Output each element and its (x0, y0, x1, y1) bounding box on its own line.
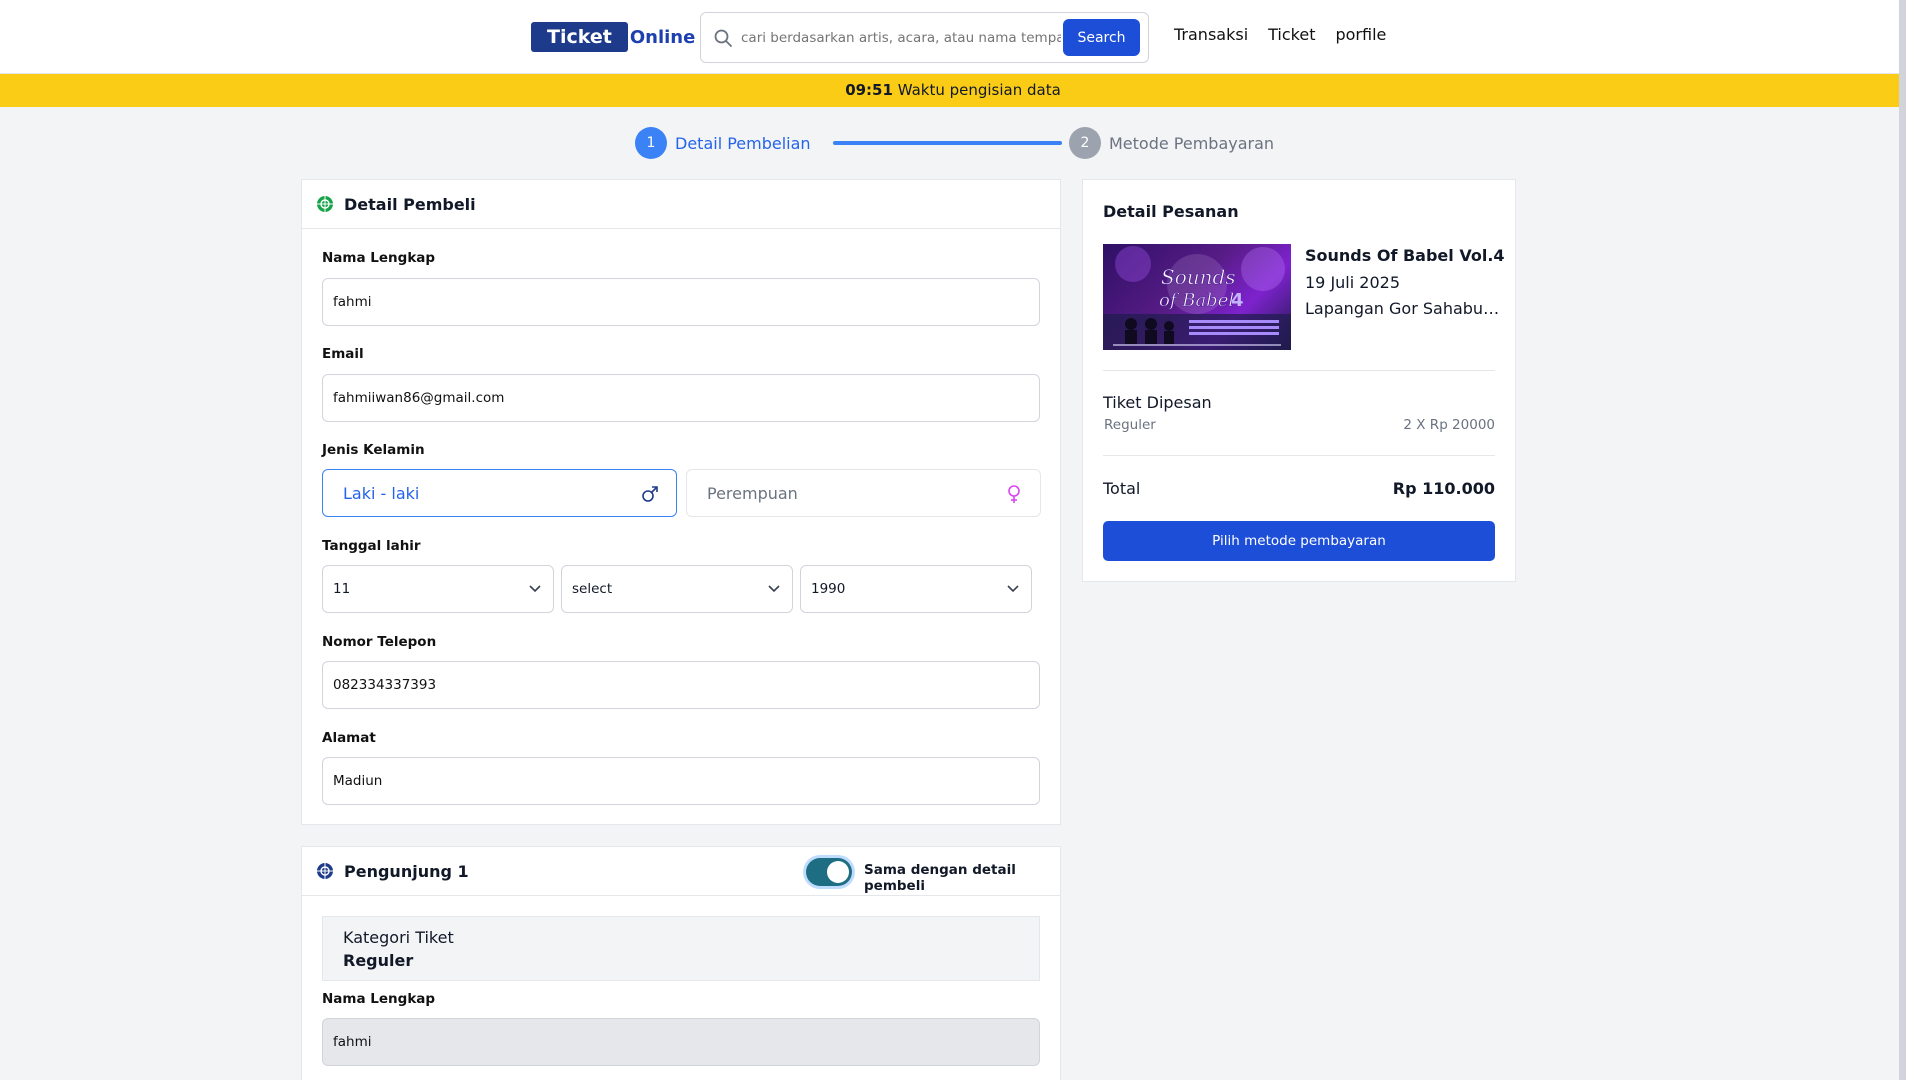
visitor-name-input[interactable] (322, 1018, 1040, 1066)
step-label: Metode Pembayaran (1109, 133, 1275, 153)
event-poster-art: Sounds of Babel 4 (1103, 246, 1291, 350)
page-scrollbar[interactable] (1899, 0, 1906, 1080)
search-icon (714, 29, 732, 47)
buyer-card-header: Detail Pembeli (302, 180, 1060, 229)
gender-male-option[interactable]: Laki - laki (322, 469, 677, 517)
ticket-badge-icon (317, 863, 333, 879)
chevron-down-icon (529, 585, 541, 593)
countdown-text: Waktu pengisian data (892, 81, 1061, 99)
address-label: Alamat (322, 730, 376, 746)
category-value: Reguler (343, 951, 414, 970)
ticket-quantity-price: 2 X Rp 20000 (1403, 417, 1495, 433)
poster-title-graphic: Sounds (1161, 265, 1236, 289)
nav-ticket-link[interactable]: Ticket (1268, 25, 1315, 44)
dob-month-value: select (572, 581, 613, 597)
gender-female-option[interactable]: Perempuan (686, 469, 1041, 517)
countdown-time: 09:51 (845, 81, 893, 99)
event-venue: Lapangan Gor Sahabudin Madiun (1305, 299, 1501, 318)
search-bar: Search (700, 12, 1149, 63)
same-as-buyer-toggle[interactable] (806, 858, 852, 886)
nav-transaksi-link[interactable]: Transaksi (1174, 25, 1248, 44)
toggle-knob (827, 861, 849, 883)
choose-payment-method-button[interactable]: Pilih metode pembayaran (1103, 521, 1495, 561)
logo-online-text: Online (629, 26, 696, 48)
gender-label: Jenis Kelamin (322, 442, 425, 458)
divider (1103, 370, 1495, 371)
gender-female-label: Perempuan (707, 483, 798, 503)
dob-year-select[interactable]: 1990 (800, 565, 1032, 613)
chevron-down-icon (768, 585, 780, 593)
phone-input[interactable] (322, 661, 1040, 709)
nav-profile-link[interactable]: porfile (1335, 25, 1386, 44)
step-number: 1 (635, 127, 667, 159)
search-input[interactable] (741, 23, 1061, 53)
name-label: Nama Lengkap (322, 250, 436, 266)
divider (1103, 455, 1495, 456)
buyer-card-title: Detail Pembeli (344, 194, 476, 214)
event-poster-image: Sounds of Babel 4 (1103, 244, 1291, 350)
dob-day-select[interactable]: 11 (322, 565, 554, 613)
category-label: Kategori Tiket (343, 928, 454, 947)
visitor-card-title: Pengunjung 1 (344, 861, 469, 881)
visitor-card: Pengunjung 1 Sama dengan detail pembeli … (301, 846, 1061, 1080)
female-symbol-icon (1008, 485, 1020, 503)
dob-day-value: 11 (333, 581, 351, 597)
dob-label: Tanggal lahir (322, 538, 421, 554)
dob-month-select[interactable]: select (561, 565, 793, 613)
total-label: Total (1103, 479, 1141, 498)
step-progress-line (833, 141, 1062, 145)
same-as-buyer-label: Sama dengan detail pembeli (864, 862, 1016, 894)
countdown-banner: 09:51 Waktu pengisian data (0, 74, 1906, 107)
poster-subtitle-graphic: of Babel (1159, 290, 1234, 311)
chevron-down-icon (1007, 585, 1019, 593)
step-label: Detail Pembelian (675, 133, 811, 153)
step-metode-pembayaran: 2 Metode Pembayaran (1069, 127, 1274, 159)
phone-label: Nomor Telepon (322, 634, 437, 650)
address-input[interactable] (322, 757, 1040, 805)
ticket-category-box: Kategori Tiket Reguler (322, 916, 1040, 981)
event-date: 19 Juli 2025 (1305, 273, 1400, 292)
total-value: Rp 110.000 (1392, 479, 1495, 498)
ticket-type: Reguler (1104, 417, 1156, 433)
name-input[interactable] (322, 278, 1040, 326)
male-symbol-icon (642, 486, 658, 502)
gender-male-label: Laki - laki (343, 483, 420, 503)
email-input[interactable] (322, 374, 1040, 422)
step-number: 2 (1069, 127, 1101, 159)
logo-ticket-text: Ticket (531, 22, 628, 52)
poster-number-graphic: 4 (1231, 290, 1244, 311)
order-summary-card: Detail Pesanan Sounds of Babel 4 Sounds … (1082, 179, 1516, 582)
tickets-ordered-label: Tiket Dipesan (1103, 393, 1212, 412)
visitor-name-label: Nama Lengkap (322, 991, 436, 1007)
buyer-detail-card: Detail Pembeli Nama Lengkap Email Jenis … (301, 179, 1061, 825)
visitor-card-header: Pengunjung 1 Sama dengan detail pembeli (302, 847, 1060, 896)
top-navbar: Ticket Online Search Transaksi Ticket po… (0, 0, 1906, 74)
step-detail-pembelian: 1 Detail Pembelian (635, 127, 811, 159)
email-label: Email (322, 346, 364, 362)
ticket-badge-icon (317, 196, 333, 212)
order-summary-title: Detail Pesanan (1103, 202, 1239, 221)
site-logo[interactable]: Ticket Online (531, 22, 695, 52)
search-button[interactable]: Search (1063, 19, 1140, 56)
main-nav: Transaksi Ticket porfile (1174, 25, 1386, 44)
event-name: Sounds Of Babel Vol.4 (1305, 246, 1505, 265)
dob-year-value: 1990 (811, 581, 846, 597)
